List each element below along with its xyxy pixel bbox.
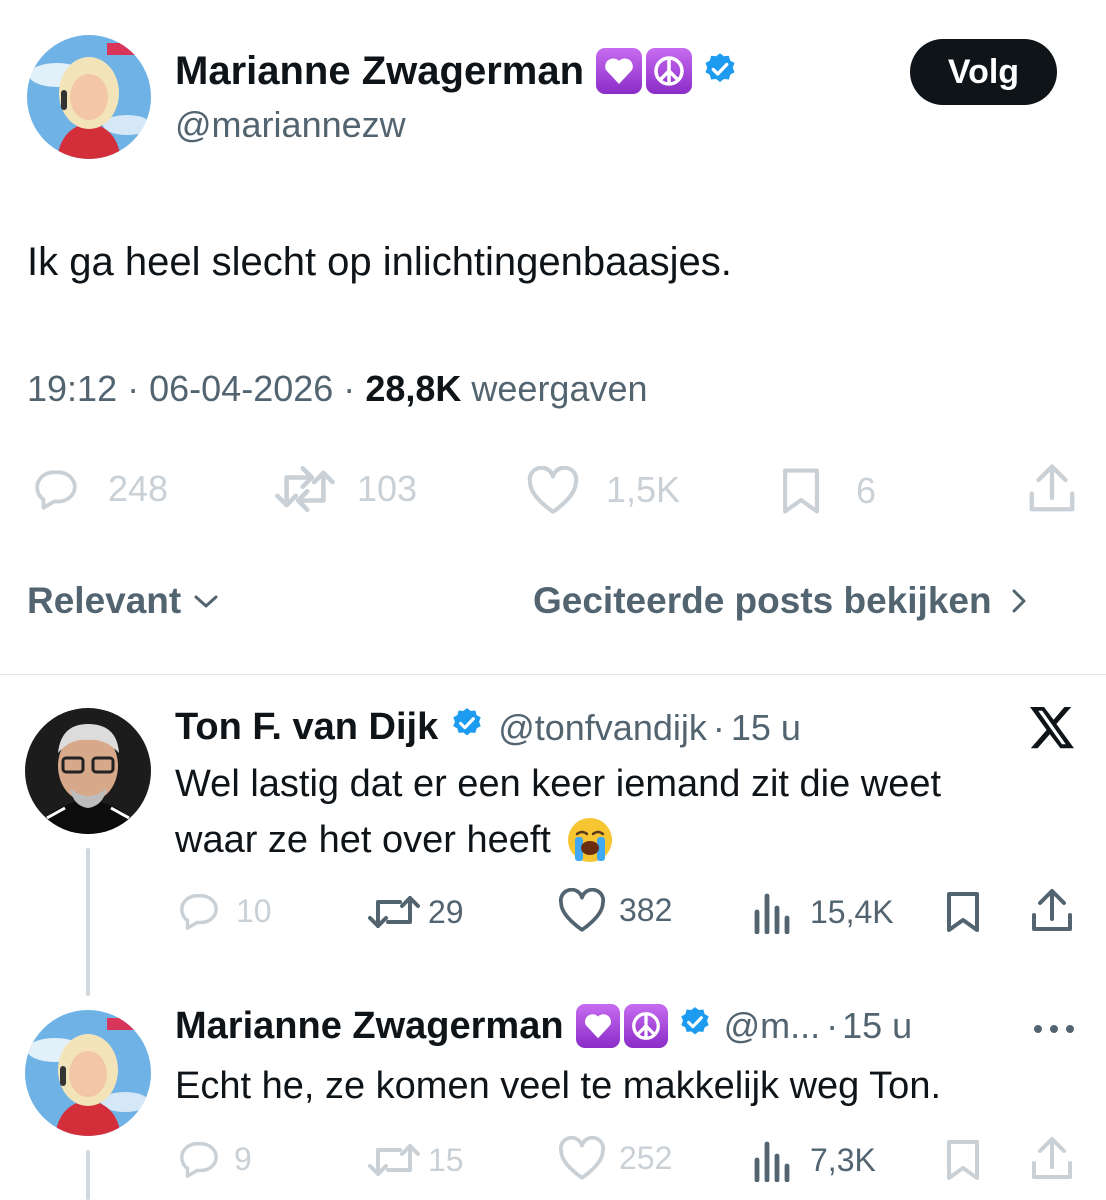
reply-text-line: Wel lastig dat er een keer iemand zit di… [175,763,942,805]
post-date[interactable]: 06-04-2026 [149,368,333,409]
thread-connector [86,1150,90,1200]
more-options-icon[interactable] [1032,1022,1076,1040]
share-icon [1032,1137,1072,1179]
share-icon [1029,464,1075,512]
reply-author-handle[interactable]: @m... [724,1005,821,1047]
share-action[interactable] [1030,1134,1074,1184]
reply-avatar[interactable] [25,1010,151,1136]
views-count: 28,8K [365,368,462,409]
peace-symbol-icon [646,48,693,94]
reply-icon [180,1142,218,1178]
reply-count: 10 [236,892,272,929]
author-avatar[interactable] [27,35,151,159]
share-action[interactable] [1030,886,1074,936]
repost-action[interactable]: 29 [368,892,464,932]
reply-action[interactable]: 248 [30,466,168,512]
quoted-posts-label: Geciteerde posts bekijken [533,580,992,621]
quoted-posts-link[interactable]: Geciteerde posts bekijken [533,580,1030,622]
repost-icon [275,466,335,512]
verified-badge-icon [678,1005,712,1048]
repost-action[interactable]: 15 [368,1140,464,1180]
reply-count: 9 [234,1140,252,1177]
like-count: 1,5K [606,469,681,510]
like-count: 252 [619,1139,673,1176]
reply-header: Ton F. van Dijk @tonfvandijk · 15 u [175,706,801,749]
reply-text-line: waar ze het over heeft [175,819,551,861]
like-count: 382 [619,891,673,928]
peace-symbol-icon [623,1004,668,1048]
verified-badge-icon [702,51,738,92]
bookmark-icon [947,1140,979,1180]
section-divider [0,674,1106,675]
loudly-crying-face-icon [568,818,612,862]
views-label: weergaven [471,368,648,409]
sort-relevant-label: Relevant [27,580,182,621]
reply-text: Wel lastig dat er een keer iemand zit di… [175,756,941,868]
post-meta: 19:12 · 06-04-2026 · 28,8K weergaven [27,368,648,409]
bookmark-action[interactable] [945,890,981,934]
reply-age[interactable]: 15 u [731,707,801,749]
reply-count: 248 [108,468,169,509]
reply-text: Echt he, ze komen veel te makkelijk weg … [175,1065,942,1107]
bookmark-action[interactable] [945,1138,981,1182]
reply-action[interactable]: 9 [176,1138,252,1180]
views-count: 7,3K [810,1141,876,1178]
reply-age[interactable]: 15 u [842,1005,912,1047]
verified-badge-icon [450,706,484,749]
author-name-row: Marianne Zwagerman [175,48,738,94]
reply-icon [180,894,218,930]
chevron-down-icon [194,595,218,608]
reply-header: Marianne Zwagerman @m... · 15 u [175,1004,913,1048]
author-handle[interactable]: @mariannezw [175,104,406,146]
heart-icon [558,888,606,932]
views-action[interactable]: 7,3K [752,1138,876,1182]
post-text: Ik ga heel slecht op inlichtingenbaasjes… [27,240,732,284]
heart-icon [527,466,579,514]
bookmark-icon [783,468,819,514]
like-action[interactable]: 252 [557,1136,672,1180]
reply-icon [35,470,77,510]
views-chart-icon [754,893,790,934]
chevron-right-icon [1012,589,1026,613]
reply-author-name[interactable]: Marianne Zwagerman [175,1005,564,1048]
repost-icon [368,1144,420,1176]
bookmark-icon [947,892,979,932]
post-time[interactable]: 19:12 [27,368,117,409]
heart-icon [558,1136,606,1180]
reply-avatar[interactable] [25,708,151,834]
bookmark-count: 6 [856,470,877,511]
x-logo-icon[interactable] [1028,705,1076,756]
author-name[interactable]: Marianne Zwagerman [175,49,584,94]
views-action[interactable]: 15,4K [752,890,894,934]
sort-relevant-dropdown[interactable]: Relevant [27,580,221,622]
follow-button[interactable]: Volg [910,39,1057,105]
reply-author-name[interactable]: Ton F. van Dijk [175,706,438,749]
repost-count: 29 [428,893,464,930]
purple-heart-icon [596,48,643,94]
like-action[interactable]: 382 [557,888,672,932]
reply-author-handle[interactable]: @tonfvandijk [498,707,707,749]
share-action[interactable] [1027,462,1077,516]
purple-heart-icon [575,1004,620,1048]
bookmark-action[interactable]: 6 [780,466,876,516]
views-count: 15,4K [810,893,894,930]
thread-connector [86,848,90,996]
like-action[interactable]: 1,5K [524,466,680,514]
views-chart-icon [754,1141,790,1182]
repost-count: 103 [357,468,418,509]
repost-count: 15 [428,1141,464,1178]
share-icon [1032,889,1072,931]
reply-action[interactable]: 10 [176,890,272,932]
repost-action[interactable]: 103 [275,466,417,512]
repost-icon [368,896,420,928]
